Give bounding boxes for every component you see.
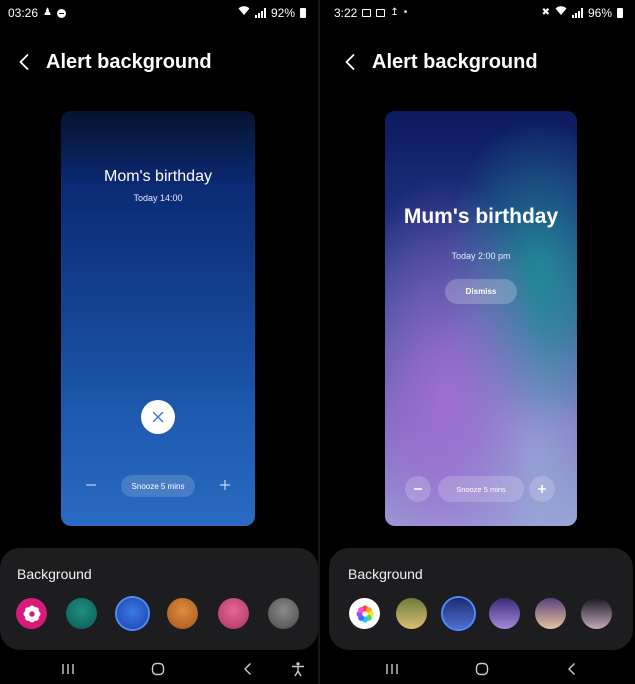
swatch-violet[interactable]	[489, 598, 520, 629]
minus-icon[interactable]	[405, 476, 431, 502]
wifi-icon	[555, 6, 567, 20]
snooze-button[interactable]: Snooze 5 mins	[121, 475, 195, 497]
plus-icon[interactable]	[529, 476, 555, 502]
home-icon[interactable]	[148, 660, 168, 678]
swatch-teal[interactable]	[66, 598, 97, 629]
recents-icon[interactable]	[382, 660, 402, 678]
dismiss-button[interactable]: Dismiss	[445, 279, 517, 304]
do-not-disturb-icon	[57, 8, 66, 18]
header: Alert background	[0, 46, 318, 78]
background-panel: Background	[329, 548, 633, 650]
background-label: Background	[17, 566, 92, 582]
nav-back-icon[interactable]	[562, 660, 582, 678]
back-arrow-icon[interactable]	[332, 46, 368, 78]
signal-icon	[254, 8, 266, 18]
alert-title: Mom's birthday	[104, 168, 212, 185]
alert-preview: Mom's birthday Today 14:00 Snooze 5 mins	[61, 111, 255, 526]
swatch-amber[interactable]	[167, 598, 198, 629]
page-title: Alert background	[372, 50, 538, 73]
background-label: Background	[348, 566, 423, 582]
image-icon	[362, 9, 372, 17]
status-bar: 3:22 ↥ • ✖ 96%	[320, 0, 635, 26]
flower-icon	[23, 605, 40, 622]
media-icon	[376, 9, 386, 17]
alert-preview: Mum's birthday Today 2:00 pm Dismiss Sno…	[385, 111, 577, 526]
alert-time: Today 14:00	[133, 193, 183, 203]
swatch-gray[interactable]	[268, 598, 299, 629]
recents-icon[interactable]	[58, 660, 78, 678]
battery-percent: 92%	[270, 6, 295, 20]
flower-icon	[356, 605, 373, 622]
swatch-blue[interactable]	[443, 598, 474, 629]
back-arrow-icon[interactable]	[6, 46, 42, 78]
plus-icon[interactable]	[217, 477, 233, 493]
swatch-blue[interactable]	[117, 598, 148, 629]
mute-icon: ✖	[541, 7, 550, 18]
home-icon[interactable]	[472, 660, 492, 678]
swatch-pink[interactable]	[218, 598, 249, 629]
alert-time: Today 2:00 pm	[451, 251, 511, 261]
status-time: 03:26	[8, 6, 39, 20]
swatch-gallery[interactable]	[349, 598, 380, 629]
alert-title: Mum's birthday	[403, 205, 559, 228]
nav-back-icon[interactable]	[238, 660, 258, 678]
swatch-mauve-peach[interactable]	[535, 598, 566, 629]
left-phone-screen: 03:26 ♟ 92% Alert background Mom's birth…	[0, 0, 318, 684]
more-dot-icon: •	[403, 7, 408, 18]
upload-icon: ↥	[390, 7, 399, 18]
close-icon[interactable]	[141, 400, 175, 434]
swatch-olive-gold[interactable]	[396, 598, 427, 629]
page-title: Alert background	[46, 50, 212, 73]
snooze-button[interactable]: Snooze 5 mins	[438, 476, 524, 502]
status-bar: 03:26 ♟ 92%	[0, 0, 318, 26]
wifi-icon	[238, 6, 250, 20]
swatch-dusk[interactable]	[581, 598, 612, 629]
header: Alert background	[320, 46, 635, 78]
status-time: 3:22	[334, 6, 358, 20]
battery-icon	[617, 8, 623, 18]
person-icon: ♟	[43, 7, 52, 18]
swatch-gallery[interactable]	[16, 598, 47, 629]
minus-icon[interactable]	[83, 477, 99, 493]
navigation-bar	[320, 654, 635, 684]
accessibility-icon[interactable]	[288, 660, 308, 678]
background-panel: Background	[0, 548, 318, 650]
navigation-bar	[0, 654, 318, 684]
signal-icon	[571, 8, 583, 18]
battery-icon	[300, 8, 306, 18]
right-phone-screen: 3:22 ↥ • ✖ 96% Alert background Mum's bi…	[318, 0, 635, 684]
battery-percent: 96%	[587, 6, 612, 20]
